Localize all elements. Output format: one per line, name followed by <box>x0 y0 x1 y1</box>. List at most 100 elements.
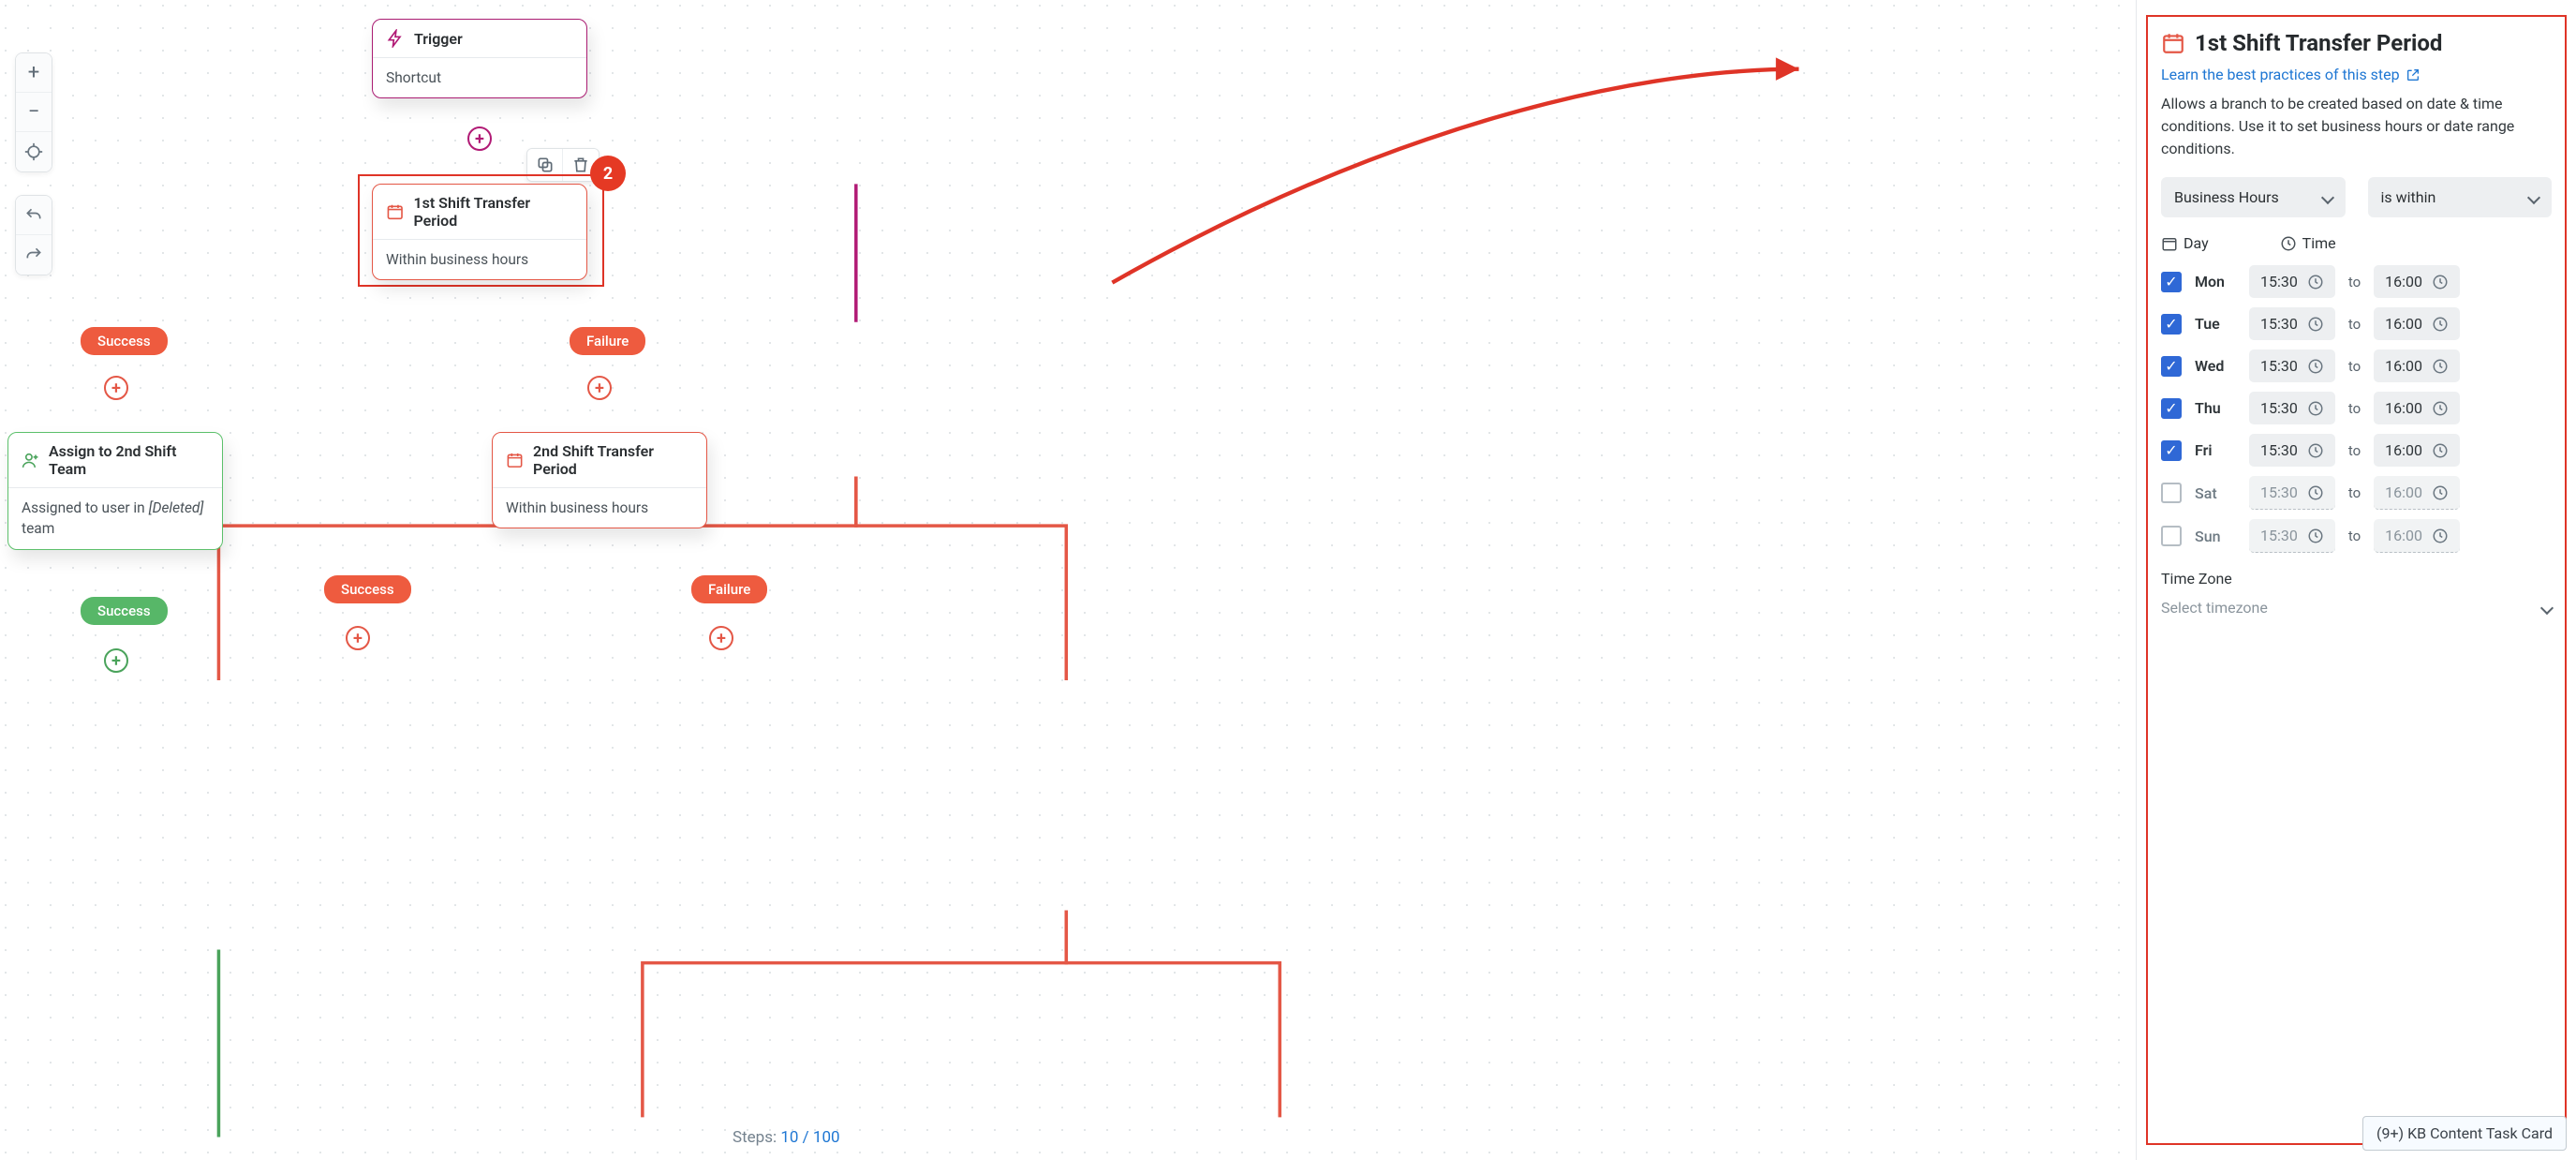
operator-select[interactable]: is within <box>2368 177 2553 217</box>
time-to-field[interactable]: 16:00 <box>2374 307 2460 340</box>
kb-task-card[interactable]: (9+) KB Content Task Card <box>2362 1116 2567 1151</box>
learn-best-practices-link[interactable]: Learn the best practices of this step <box>2161 66 2421 83</box>
calendar-icon <box>386 202 404 221</box>
time-to-field[interactable]: 16:00 <box>2374 476 2460 510</box>
day-checkbox-sun[interactable] <box>2161 526 2182 546</box>
time-to-field[interactable]: 16:00 <box>2374 265 2460 298</box>
day-checkbox-wed[interactable]: ✓ <box>2161 356 2182 377</box>
node-body: Within business hours <box>373 240 586 279</box>
user-plus-icon <box>22 451 39 469</box>
add-step-button[interactable]: + <box>709 626 733 650</box>
time-from-field[interactable]: 15:30 <box>2249 392 2335 424</box>
time-from-field[interactable]: 15:30 <box>2249 265 2335 298</box>
day-name: Thu <box>2195 399 2236 417</box>
clock-icon <box>2307 274 2324 290</box>
calendar-icon <box>506 451 524 469</box>
time-from-field[interactable]: 15:30 <box>2249 307 2335 340</box>
annotation-marker: 2 <box>590 156 626 191</box>
assign-node[interactable]: Assign to 2nd Shift Team Assigned to use… <box>7 432 223 550</box>
day-checkbox-tue[interactable]: ✓ <box>2161 314 2182 335</box>
clock-icon <box>2432 484 2449 501</box>
add-step-button[interactable]: + <box>467 126 492 151</box>
timezone-select[interactable]: Select timezone <box>2161 595 2552 620</box>
time-to-field[interactable]: 16:00 <box>2374 392 2460 424</box>
add-step-button[interactable]: + <box>104 648 128 673</box>
day-checkbox-mon[interactable]: ✓ <box>2161 272 2182 292</box>
condition-type-select[interactable]: Business Hours <box>2161 177 2346 217</box>
to-label: to <box>2348 316 2361 333</box>
redo-icon <box>24 245 43 264</box>
branch-pill-failure[interactable]: Failure <box>691 575 767 603</box>
clock-icon <box>2307 358 2324 375</box>
node-title: Trigger <box>414 30 463 48</box>
to-label: to <box>2348 358 2361 375</box>
branch-pill-failure[interactable]: Failure <box>570 327 645 355</box>
period1-node[interactable]: 1st Shift Transfer Period Within busines… <box>372 184 587 280</box>
zoom-out-button[interactable]: − <box>16 93 52 132</box>
day-name: Sun <box>2195 528 2236 545</box>
branch-pill-success[interactable]: Success <box>81 597 168 625</box>
day-name: Mon <box>2195 273 2236 290</box>
time-from-field[interactable]: 15:30 <box>2249 434 2335 467</box>
day-checkbox-fri[interactable]: ✓ <box>2161 440 2182 461</box>
node-title: Assign to 2nd Shift Team <box>49 442 209 478</box>
time-to-field[interactable]: 16:00 <box>2374 434 2460 467</box>
day-name: Fri <box>2195 441 2236 459</box>
day-name: Wed <box>2195 357 2236 375</box>
node-body: Assigned to user in [Deleted] team <box>8 488 222 549</box>
trash-icon <box>571 156 590 174</box>
zoom-in-button[interactable]: + <box>16 53 52 93</box>
timezone-label: Time Zone <box>2161 570 2552 587</box>
inspector-title: 1st Shift Transfer Period <box>2195 30 2442 56</box>
to-label: to <box>2348 442 2361 459</box>
clock-icon <box>2432 528 2449 544</box>
branch-pill-success[interactable]: Success <box>81 327 168 355</box>
to-label: to <box>2348 400 2361 417</box>
node-title: 1st Shift Transfer Period <box>413 194 573 230</box>
to-label: to <box>2348 528 2361 544</box>
day-row-thu: ✓ Thu 15:30 to 16:00 <box>2161 392 2552 424</box>
clock-icon <box>2307 528 2324 544</box>
chevron-down-icon <box>2323 188 2332 206</box>
clock-icon <box>2307 316 2324 333</box>
add-step-button[interactable]: + <box>587 376 612 400</box>
recenter-button[interactable] <box>16 132 52 171</box>
undo-button[interactable] <box>16 196 52 235</box>
day-row-fri: ✓ Fri 15:30 to 16:00 <box>2161 434 2552 467</box>
clock-icon <box>2432 442 2449 459</box>
clock-icon <box>2307 442 2324 459</box>
day-checkbox-sat[interactable] <box>2161 483 2182 503</box>
period2-node[interactable]: 2nd Shift Transfer Period Within busines… <box>492 432 707 528</box>
chevron-down-icon <box>2529 188 2539 206</box>
time-to-field[interactable]: 16:00 <box>2374 349 2460 382</box>
clock-icon <box>2432 400 2449 417</box>
day-name: Tue <box>2195 315 2236 333</box>
copy-icon <box>536 156 555 174</box>
time-from-field[interactable]: 15:30 <box>2249 349 2335 382</box>
time-column-header: Time <box>2280 234 2336 252</box>
clock-icon <box>2432 274 2449 290</box>
trigger-node[interactable]: Trigger Shortcut <box>372 19 587 98</box>
history-toolbar <box>15 195 52 275</box>
clock-icon <box>2432 316 2449 333</box>
branch-pill-success[interactable]: Success <box>324 575 411 603</box>
steps-counter: Steps: 10 / 100 <box>733 1128 840 1147</box>
clock-icon <box>2280 235 2297 252</box>
day-checkbox-thu[interactable]: ✓ <box>2161 398 2182 419</box>
add-step-button[interactable]: + <box>346 626 370 650</box>
node-title: 2nd Shift Transfer Period <box>533 442 693 478</box>
inspector-panel: 1st Shift Transfer Period Learn the best… <box>2136 0 2576 1160</box>
redo-button[interactable] <box>16 235 52 275</box>
clock-icon <box>2307 484 2324 501</box>
undo-icon <box>24 206 43 225</box>
time-to-field[interactable]: 16:00 <box>2374 519 2460 553</box>
time-from-field[interactable]: 15:30 <box>2249 519 2335 553</box>
external-link-icon <box>2406 67 2421 82</box>
zoom-toolbar: + − <box>15 52 52 172</box>
add-step-button[interactable]: + <box>104 376 128 400</box>
crosshair-icon <box>24 142 43 161</box>
trigger-icon <box>386 29 405 48</box>
time-from-field[interactable]: 15:30 <box>2249 476 2335 510</box>
day-row-wed: ✓ Wed 15:30 to 16:00 <box>2161 349 2552 382</box>
calendar-icon <box>2161 31 2185 55</box>
